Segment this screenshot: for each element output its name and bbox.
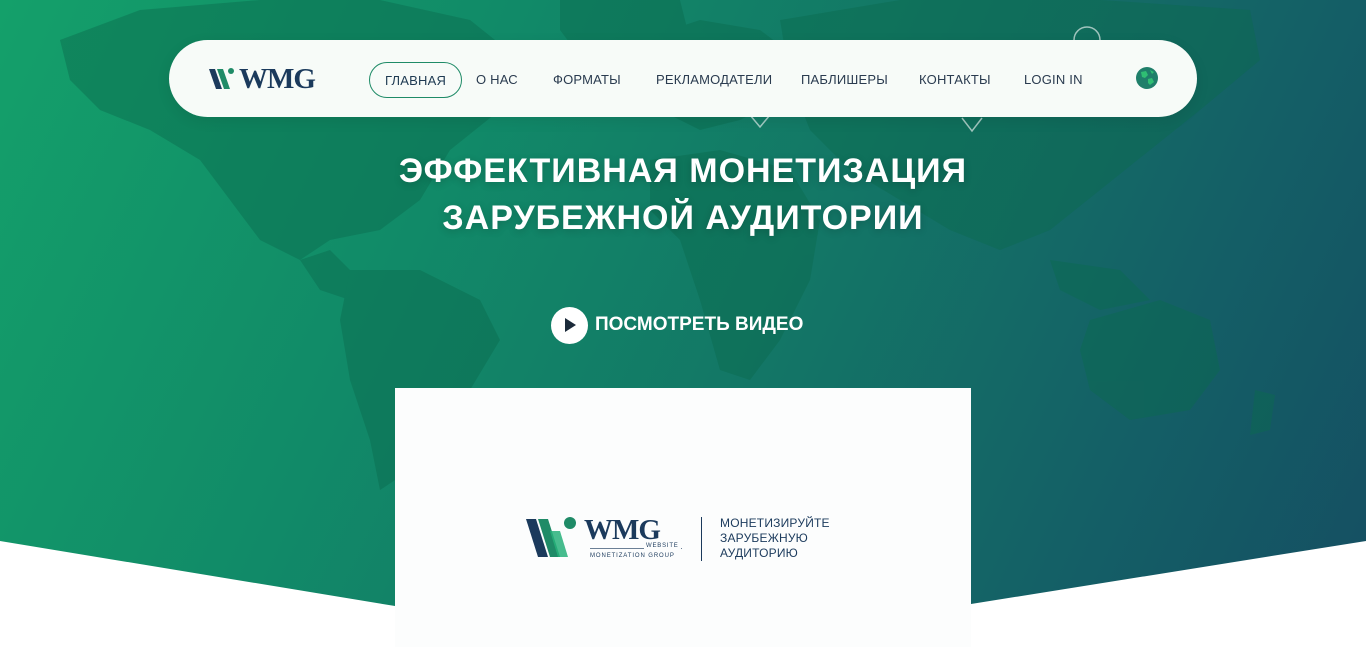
watch-video-button[interactable]: ПОСМОТРЕТЬ ВИДЕО [551,306,803,344]
top-navbar: WMG ГЛАВНАЯ О НАС ФОРМАТЫ РЕКЛАМОДАТЕЛИ … [169,40,1197,117]
brand-mark-icon [526,517,576,557]
nav-item-publishers[interactable]: ПАБЛИШЕРЫ [801,62,888,98]
brand-name: WMG [584,514,661,546]
globe-icon[interactable] [1135,66,1159,90]
brand-tagline: МОНЕТИЗИРУЙТЕ ЗАРУБЕЖНУЮ АУДИТОРИЮ [720,516,830,561]
logo-mark-icon [209,68,234,89]
logo-text: WMG [239,63,316,95]
nav-item-formats[interactable]: ФОРМАТЫ [553,62,621,98]
brand-divider [701,517,702,561]
video-preview-card[interactable]: WMG WEBSITE MONETIZATION GROUP МОНЕТИЗИР… [395,388,971,647]
hero-title-line2: ЗАРУБЕЖНОЙ АУДИТОРИИ [442,199,924,237]
nav-item-advertisers[interactable]: РЕКЛАМОДАТЕЛИ [656,62,772,98]
play-icon [551,306,588,344]
site-logo[interactable]: WMG [207,63,316,95]
brand-tagline-line2: ЗАРУБЕЖНУЮ [720,531,808,545]
hero-title-line1: ЭФФЕКТИВНАЯ МОНЕТИЗАЦИЯ [398,152,968,190]
watch-video-label: ПОСМОТРЕТЬ ВИДЕО [595,314,804,335]
brand-tagline-line1: МОНЕТИЗИРУЙТЕ [720,516,830,530]
video-card-logo: WMG WEBSITE MONETIZATION GROUP МОНЕТИЗИР… [524,515,854,565]
nav-item-login[interactable]: LOGIN IN [1024,62,1083,98]
nav-item-about[interactable]: О НАС [476,62,518,98]
brand-tagline-line3: АУДИТОРИЮ [720,546,798,560]
brand-subtitle-website: WEBSITE [644,543,681,549]
nav-item-home[interactable]: ГЛАВНАЯ [369,62,463,98]
nav-item-contacts[interactable]: КОНТАКТЫ [919,62,991,98]
brand-subtitle-group: MONETIZATION GROUP [590,553,675,559]
hero-title: ЭФФЕКТИВНАЯ МОНЕТИЗАЦИЯ ЗАРУБЕЖНОЙ АУДИТ… [0,148,1366,242]
